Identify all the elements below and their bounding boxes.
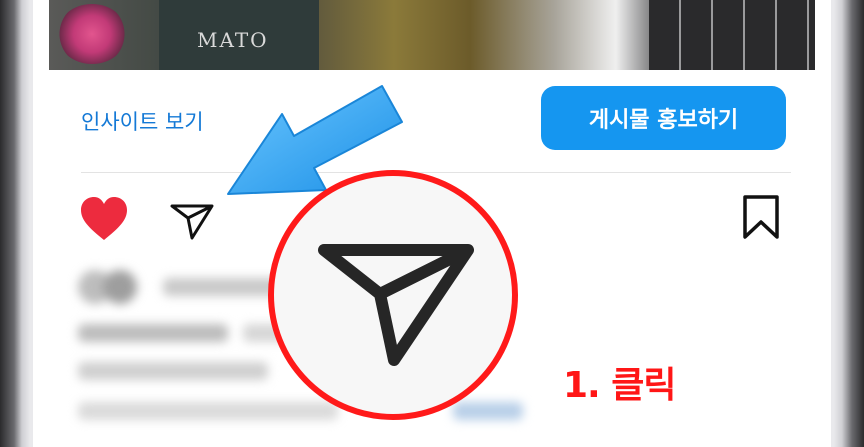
bookmark-icon[interactable] [741, 194, 781, 240]
floor-tiles [649, 0, 815, 70]
flower-decoration [57, 4, 127, 64]
zoom-highlight [268, 170, 518, 420]
cafe-sign-text: MATO [197, 28, 269, 52]
cafe-sign: MATO [159, 0, 319, 70]
post-photo[interactable]: MATO [49, 0, 815, 70]
step-label: 1. 클릭 [563, 365, 676, 406]
heart-icon[interactable] [79, 196, 129, 242]
view-insights-link[interactable]: 인사이트 보기 [81, 106, 204, 136]
promote-post-button[interactable]: 게시물 홍보하기 [541, 86, 786, 150]
paper-plane-icon [318, 244, 474, 366]
